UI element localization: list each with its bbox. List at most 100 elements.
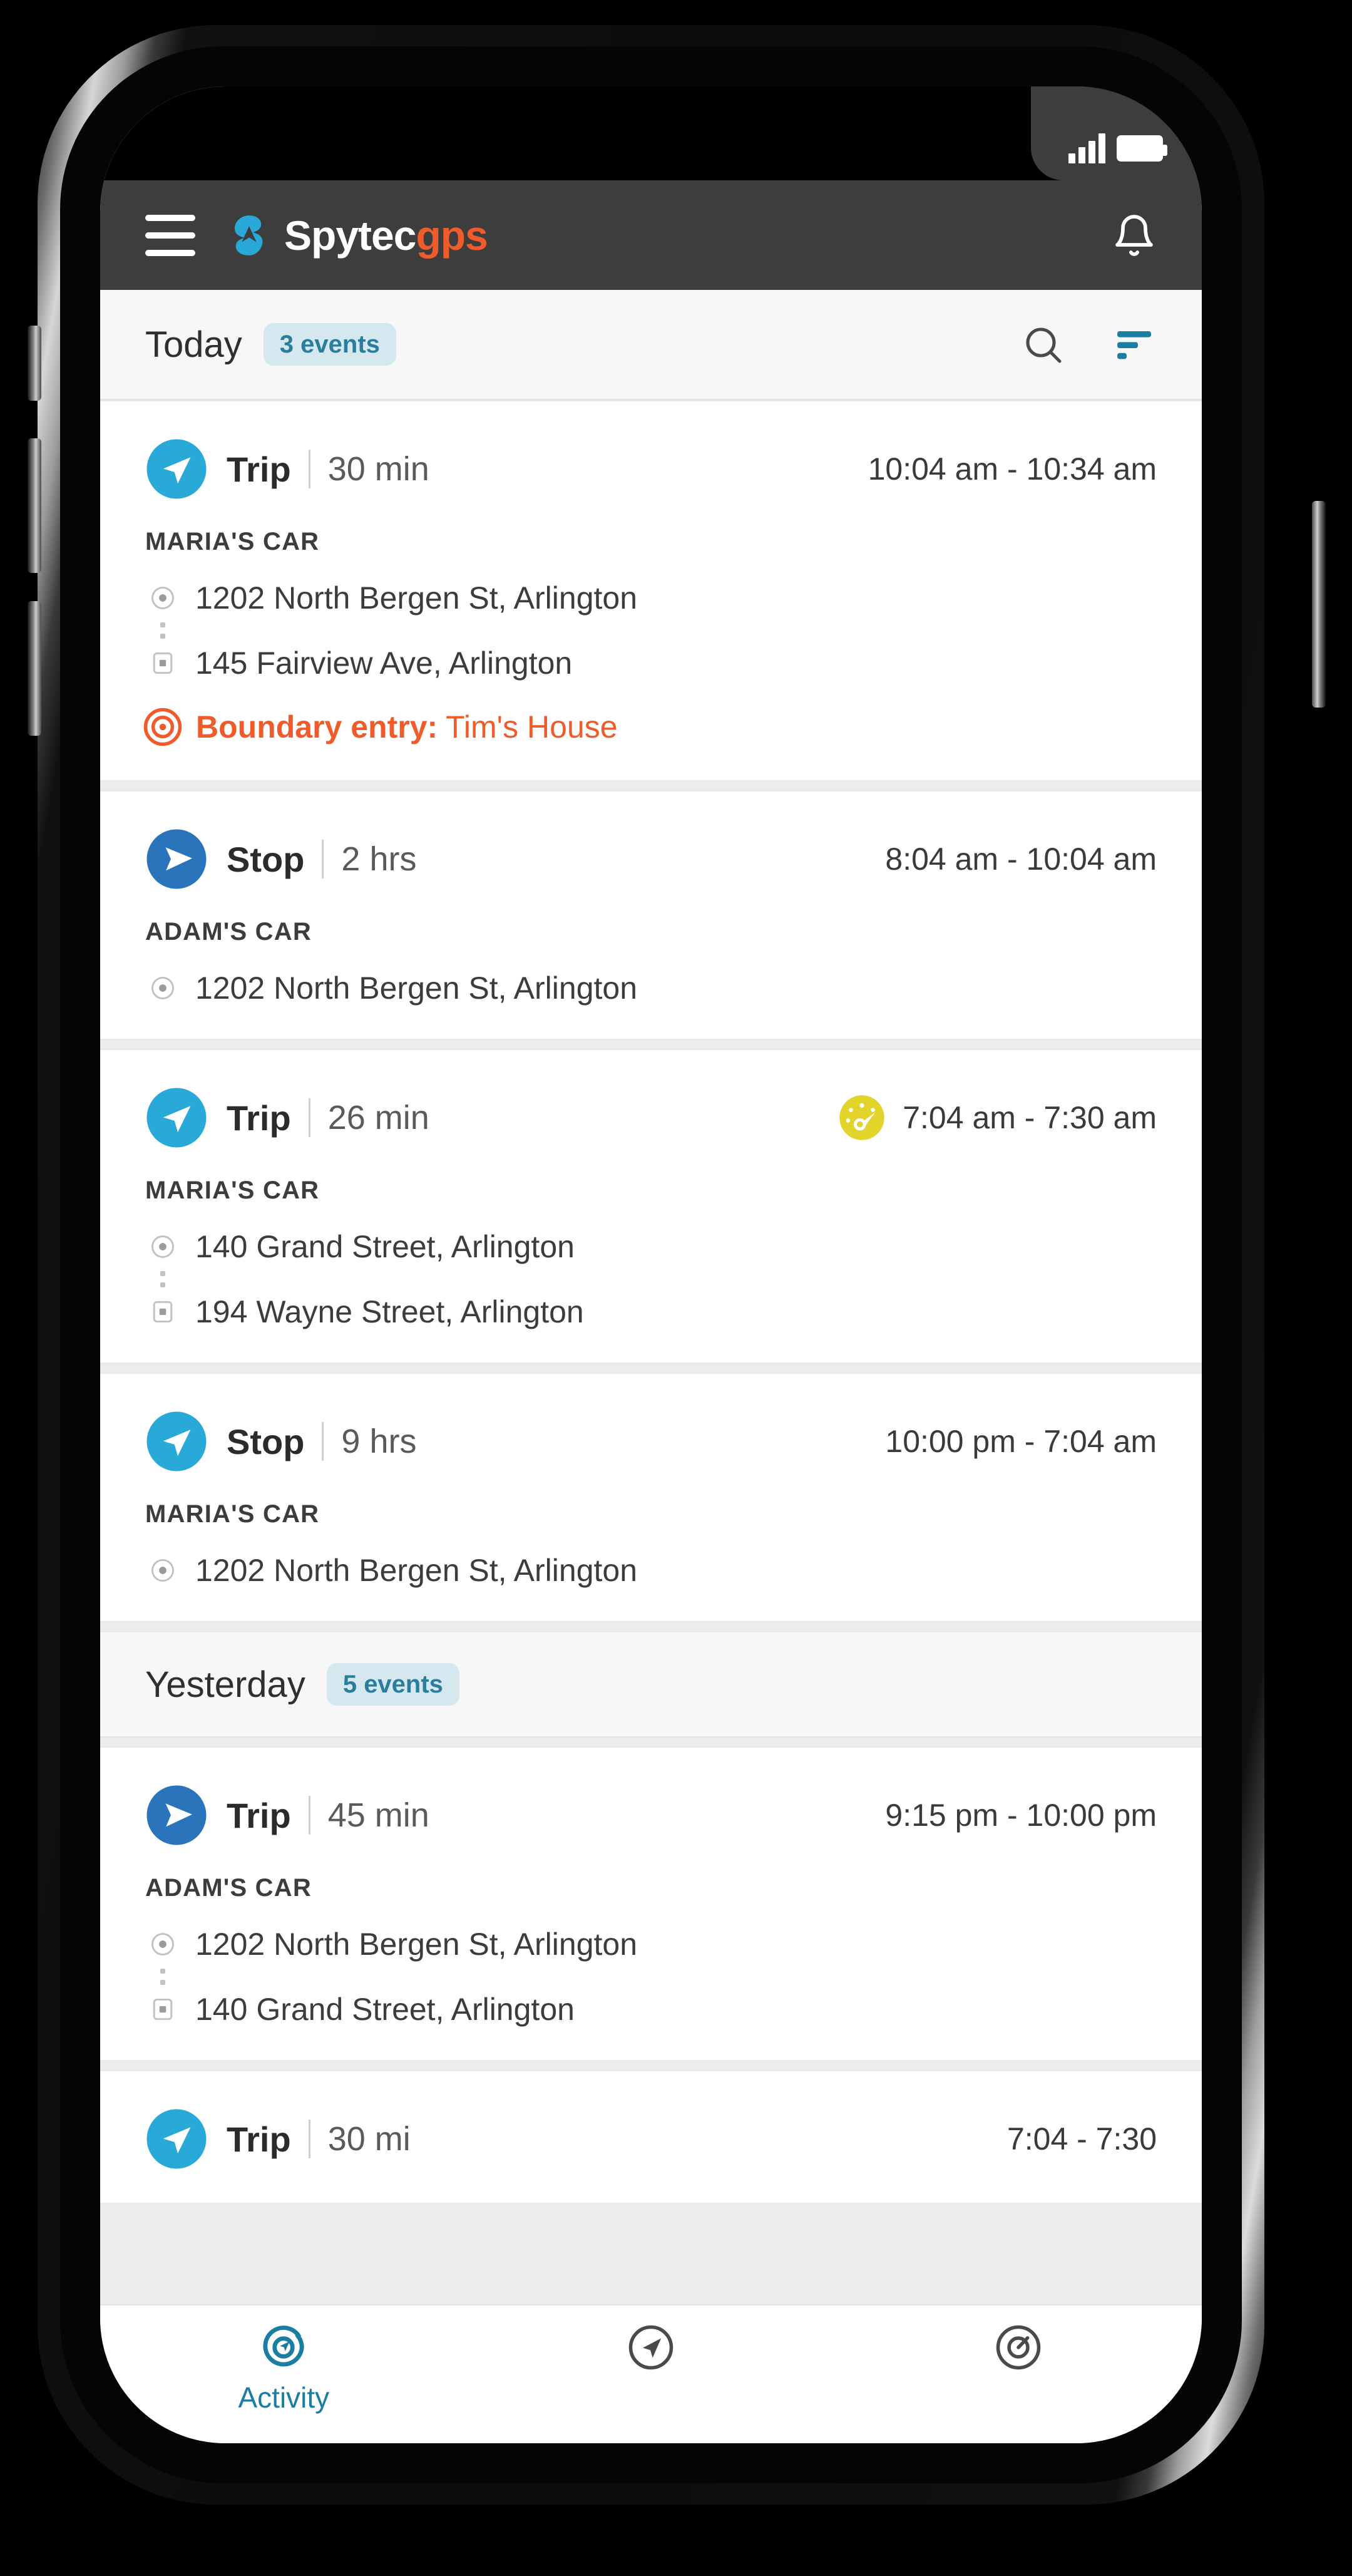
card-header-row: Trip 30 mi 7:04 - 7:30 (145, 2108, 1157, 2170)
event-duration: 30 mi (327, 2120, 411, 2158)
trip-arrow-icon (146, 439, 207, 499)
start-address-row: 140 Grand Street, Arlington (145, 1229, 1157, 1265)
activity-card[interactable]: Trip 45 min 9:15 pm - 10:00 pm ADAM'S CA… (100, 1746, 1202, 2061)
event-type: Trip (227, 2119, 291, 2159)
activity-card[interactable]: Stop 9 hrs 10:00 pm - 7:04 am MARIA'S CA… (100, 1373, 1202, 1622)
screenshot-stage: Spytecgps Today 3 events Trip 30 min 10:… (0, 0, 1352, 2576)
event-vehicle: MARIA'S CAR (145, 1177, 320, 1204)
event-duration: 2 hrs (341, 840, 417, 878)
card-header-row: Trip 30 min 10:04 am - 10:34 am (145, 438, 1157, 500)
start-marker-icon (145, 1233, 180, 1260)
day-header-yesterday: Yesterday 5 events (100, 1631, 1202, 1738)
end-address-row: 140 Grand Street, Arlington (145, 1991, 1157, 2027)
activity-card[interactable]: Trip 30 min 10:04 am - 10:34 am MARIA'S … (100, 400, 1202, 781)
boundary-alert-label: Boundary entry: (196, 709, 438, 744)
brand-name-secondary: gps (416, 212, 488, 259)
start-address: 140 Grand Street, Arlington (195, 1229, 575, 1264)
activity-icon (263, 2326, 304, 2367)
cellular-bars-icon (1068, 133, 1105, 163)
phone-screen: Spytecgps Today 3 events Trip 30 min 10:… (100, 86, 1202, 2443)
nav-item-map[interactable] (468, 2323, 835, 2372)
event-time-range: 7:04 am - 7:30 am (903, 1100, 1157, 1135)
end-address: 194 Wayne Street, Arlington (195, 1294, 584, 1329)
event-duration: 45 min (327, 1796, 429, 1834)
search-icon[interactable] (1020, 322, 1065, 367)
start-marker-icon (145, 1557, 180, 1584)
day-label: Today (145, 324, 242, 365)
boundary-alert-row[interactable]: Boundary entry: Tim's House (143, 706, 1157, 748)
route-connector (145, 1962, 180, 1991)
event-time-range: 9:15 pm - 10:00 pm (885, 1798, 1157, 1833)
brand-name-primary: Spytec (284, 212, 416, 259)
event-duration: 26 min (327, 1099, 429, 1136)
address-block: 1202 North Bergen St, Arlington (145, 1552, 1157, 1589)
start-marker-icon (145, 974, 180, 1002)
phone-power-button[interactable] (1312, 501, 1326, 708)
divider (308, 1098, 310, 1137)
stop-arrow-icon (146, 1785, 207, 1845)
bell-icon[interactable] (1112, 213, 1157, 258)
card-header-row: Trip 26 min 7:04 am - 7:30 am (145, 1086, 1157, 1149)
event-time-range: 7:04 - 7:30 (1006, 2121, 1157, 2156)
card-header-right: 7:04 am - 7:30 am (837, 1093, 1157, 1142)
location-arrow-icon (628, 2325, 673, 2370)
divider (308, 450, 310, 488)
activity-card[interactable]: Trip 30 mi 7:04 - 7:30 (100, 2070, 1202, 2204)
start-address: 1202 North Bergen St, Arlington (195, 1553, 638, 1588)
day-header-today: Today 3 events (100, 290, 1202, 400)
divider (308, 2120, 310, 2158)
event-vehicle: ADAM'S CAR (145, 918, 312, 945)
phone-mute-switch[interactable] (28, 326, 41, 401)
hamburger-menu-icon[interactable] (145, 214, 195, 256)
route-connector (145, 1265, 180, 1294)
boundary-alert-value: Tim's House (446, 709, 618, 744)
filter-icon[interactable] (1112, 322, 1157, 367)
divider (322, 840, 324, 878)
event-time-range: 10:00 pm - 7:04 am (885, 1424, 1157, 1459)
stop-arrow-icon (146, 829, 207, 889)
activity-card[interactable]: Stop 2 hrs 8:04 am - 10:04 am ADAM'S CAR (100, 790, 1202, 1040)
day-header-actions (1020, 322, 1157, 367)
nav-item-activity[interactable]: Activity (100, 2323, 468, 2414)
target-boundary-icon (996, 2325, 1040, 2370)
end-marker-icon (145, 649, 180, 677)
event-type: Trip (227, 1098, 291, 1138)
nav-item-label: Activity (238, 2381, 330, 2414)
phone-volume-up-button[interactable] (28, 438, 41, 573)
card-header-right: 10:00 pm - 7:04 am (885, 1423, 1157, 1460)
end-address-row: 145 Fairview Ave, Arlington (145, 645, 1157, 681)
card-header-row: Stop 2 hrs 8:04 am - 10:04 am (145, 828, 1157, 890)
card-header-right: 7:04 - 7:30 (1007, 2121, 1157, 2157)
trip-arrow-icon (146, 1411, 207, 1471)
day-label: Yesterday (145, 1664, 305, 1705)
nav-item-boundaries[interactable] (834, 2323, 1202, 2372)
card-header-row: Trip 45 min 9:15 pm - 10:00 pm (145, 1784, 1157, 1847)
end-address-row: 194 Wayne Street, Arlington (145, 1294, 1157, 1330)
event-duration: 9 hrs (341, 1423, 417, 1460)
start-address-row: 1202 North Bergen St, Arlington (145, 1552, 1157, 1589)
address-block: 1202 North Bergen St, Arlington (145, 970, 1157, 1006)
start-address-row: 1202 North Bergen St, Arlington (145, 580, 1157, 616)
brand-logo: Spytecgps (228, 214, 488, 257)
event-type: Stop (227, 1421, 305, 1461)
trip-arrow-icon (146, 1088, 207, 1148)
start-address: 1202 North Bergen St, Arlington (195, 1927, 638, 1962)
boundary-alert-text: Boundary entry: Tim's House (196, 709, 618, 745)
event-type: Trip (227, 1795, 291, 1835)
event-time-range: 8:04 am - 10:04 am (885, 842, 1157, 877)
event-type: Trip (227, 449, 291, 489)
event-type: Stop (227, 839, 305, 879)
activity-card[interactable]: Trip 26 min 7:04 am - 7:30 am MARIA'S CA… (100, 1049, 1202, 1364)
activity-list[interactable]: Today 3 events Trip 30 min 10:04 am - 10… (100, 290, 1202, 2304)
boundary-target-icon (143, 708, 182, 746)
events-count-chip: 3 events (263, 323, 396, 366)
spytec-logo-mark-icon (234, 215, 263, 255)
end-marker-icon (145, 1996, 180, 2023)
brand-wordmark: Spytecgps (284, 215, 488, 256)
card-header-row: Stop 9 hrs 10:00 pm - 7:04 am (145, 1410, 1157, 1473)
start-address-row: 1202 North Bergen St, Arlington (145, 970, 1157, 1006)
phone-volume-down-button[interactable] (28, 601, 41, 736)
card-header-right: 10:04 am - 10:34 am (868, 451, 1157, 487)
start-address: 1202 North Bergen St, Arlington (195, 971, 638, 1006)
route-connector (145, 616, 180, 645)
